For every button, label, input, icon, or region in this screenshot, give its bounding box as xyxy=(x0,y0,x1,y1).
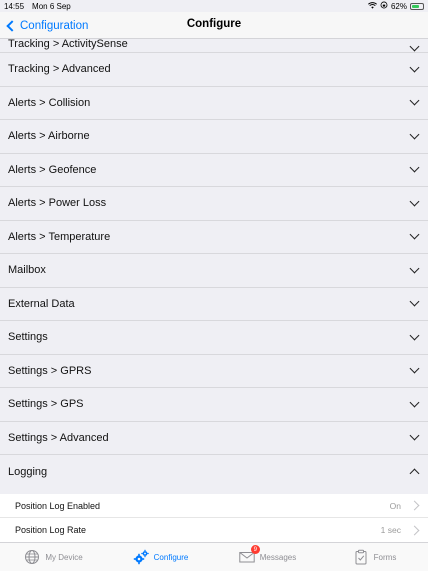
tab-label: Configure xyxy=(153,552,189,562)
wifi-icon xyxy=(368,1,377,11)
setting-value: 1 sec xyxy=(380,525,401,535)
section-row-alerts-geofence[interactable]: Alerts > Geofence xyxy=(0,154,428,187)
setting-label: Position Log Rate xyxy=(15,525,87,535)
messages-badge: 9 xyxy=(250,545,260,554)
chevron-down-icon xyxy=(409,41,420,52)
section-row-external-data[interactable]: External Data xyxy=(0,288,428,321)
section-row-alerts-airborne[interactable]: Alerts > Airborne xyxy=(0,120,428,154)
tab-label: Forms xyxy=(373,552,397,562)
chevron-right-icon xyxy=(409,500,420,511)
section-row-settings-gprs[interactable]: Settings > GPRS xyxy=(0,355,428,388)
chevron-down-icon xyxy=(409,397,420,408)
section-label: Settings > GPS xyxy=(8,398,84,411)
chevron-up-icon xyxy=(409,468,420,479)
logging-items: Position Log Enabled On Position Log Rat… xyxy=(0,494,428,542)
battery-icon xyxy=(410,2,424,10)
chevron-down-icon xyxy=(409,430,420,441)
tab-my-device[interactable]: My Device xyxy=(0,543,107,571)
section-row-settings-advanced[interactable]: Settings > Advanced xyxy=(0,422,428,455)
chevron-down-icon xyxy=(409,162,420,173)
section-label: Alerts > Geofence xyxy=(8,163,97,176)
status-time: 14:55 xyxy=(4,1,25,11)
section-row-tracking-advanced[interactable]: Tracking > Advanced xyxy=(0,53,428,87)
chevron-down-icon xyxy=(409,129,420,140)
setting-row-position-log-rate[interactable]: Position Log Rate 1 sec xyxy=(0,518,428,542)
tab-bar: My Device Configure 9 Messages Forms xyxy=(0,542,428,571)
setting-value: On xyxy=(389,500,401,511)
chevron-down-icon xyxy=(409,263,420,274)
section-row-tracking-activitysense[interactable]: Tracking > ActivitySense xyxy=(0,39,428,53)
section-label: Alerts > Airborne xyxy=(8,130,90,143)
section-label: External Data xyxy=(8,297,75,310)
chevron-down-icon xyxy=(409,196,420,207)
section-row-mailbox[interactable]: Mailbox xyxy=(0,254,428,288)
configure-section-list: Tracking > ActivitySense Tracking > Adva… xyxy=(0,39,428,494)
section-label: Alerts > Power Loss xyxy=(8,197,107,210)
section-label: Tracking > ActivitySense xyxy=(8,39,128,50)
setting-label: Position Log Enabled xyxy=(15,500,101,511)
tab-forms[interactable]: Forms xyxy=(321,543,428,571)
section-row-alerts-power-loss[interactable]: Alerts > Power Loss xyxy=(0,187,428,221)
tab-label: Messages xyxy=(259,552,297,562)
tab-label: My Device xyxy=(45,552,83,562)
section-label: Logging xyxy=(8,465,48,478)
status-indicators: 62% xyxy=(368,0,424,12)
section-label: Mailbox xyxy=(8,264,46,277)
chevron-down-icon xyxy=(409,62,420,73)
section-label: Alerts > Temperature xyxy=(8,230,111,243)
chevron-right-icon xyxy=(409,525,420,535)
status-date: Mon 6 Sep xyxy=(32,1,71,11)
chevron-down-icon xyxy=(409,229,420,240)
section-label: Tracking > Advanced xyxy=(8,63,111,76)
section-row-alerts-collision[interactable]: Alerts > Collision xyxy=(0,87,428,120)
orientation-lock-icon xyxy=(380,1,388,11)
tab-configure[interactable]: Configure xyxy=(107,543,214,571)
section-row-logging[interactable]: Logging xyxy=(0,455,428,489)
chevron-down-icon xyxy=(409,95,420,106)
section-row-settings-gps[interactable]: Settings > GPS xyxy=(0,388,428,422)
chevron-down-icon xyxy=(409,330,420,341)
chevron-down-icon xyxy=(409,296,420,307)
section-label: Settings > GPRS xyxy=(8,364,92,377)
setting-row-position-log-enabled[interactable]: Position Log Enabled On xyxy=(0,494,428,518)
section-label: Settings > Advanced xyxy=(8,431,109,444)
section-row-alerts-temperature[interactable]: Alerts > Temperature xyxy=(0,221,428,254)
navigation-bar: Configuration Configure xyxy=(0,12,428,39)
tab-messages[interactable]: 9 Messages xyxy=(214,543,321,571)
page-title: Configure xyxy=(186,18,242,30)
globe-icon xyxy=(24,549,40,565)
chevron-down-icon xyxy=(409,363,420,374)
status-bar: 14:55 Mon 6 Sep xyxy=(0,0,428,12)
battery-percent: 62% xyxy=(390,1,407,11)
section-row-settings[interactable]: Settings xyxy=(0,321,428,355)
gears-icon xyxy=(133,549,149,565)
envelope-icon: 9 xyxy=(239,545,260,565)
section-label: Alerts > Collision xyxy=(8,96,91,109)
section-label: Settings xyxy=(8,331,48,344)
clipboard-icon xyxy=(353,549,369,565)
